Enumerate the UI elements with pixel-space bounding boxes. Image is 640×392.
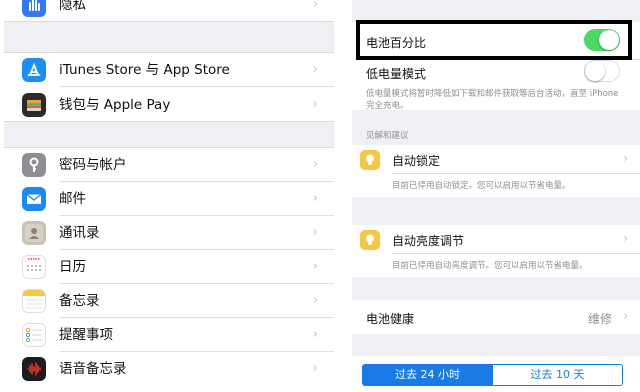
settings-row-reminders[interactable]: 提醒事项 ›	[4, 318, 334, 352]
auto-brightness-label: 自动亮度调节	[392, 234, 465, 248]
low-power-mode-toggle[interactable]	[584, 60, 620, 82]
settings-row-label: 钱包与 Apple Pay	[59, 97, 171, 113]
settings-row-label: iTunes Store 与 App Store	[59, 62, 230, 78]
settings-row-label: 密码与帐户	[59, 157, 127, 173]
segment-last-10-days[interactable]: 过去 10 天	[492, 364, 623, 386]
panel-divider	[334, 0, 352, 392]
chevron-right-icon: ›	[312, 62, 318, 77]
battery-health-value: 维修	[587, 312, 612, 326]
settings-row-privacy[interactable]: 隐私 ›	[4, 0, 334, 22]
chevron-right-icon: ›	[312, 293, 318, 308]
chevron-right-icon: ›	[623, 309, 628, 323]
chevron-right-icon: ›	[312, 327, 318, 342]
chevron-right-icon: ›	[623, 231, 628, 245]
insights-header: 见解和建议	[366, 131, 409, 141]
voice-memos-icon	[22, 357, 46, 381]
settings-row-contacts[interactable]: 通讯录 ›	[4, 216, 334, 250]
reminders-icon	[22, 323, 46, 347]
wallet-icon	[22, 93, 46, 117]
calendar-icon	[22, 255, 46, 279]
mail-icon	[22, 187, 46, 211]
settings-row-label: 提醒事项	[59, 327, 113, 343]
chevron-right-icon: ›	[312, 225, 318, 240]
settings-row-mail[interactable]: 邮件 ›	[4, 182, 334, 216]
battery-health-row[interactable]: 电池健康 维修 ›	[352, 300, 640, 334]
settings-row-app-store[interactable]: iTunes Store 与 App Store ›	[4, 53, 334, 87]
chevron-right-icon: ›	[623, 151, 628, 165]
chevron-right-icon: ›	[312, 361, 318, 376]
settings-group-apps: 密码与帐户 › 邮件 › 通讯录 › 日历 › 备忘录 › 提醒事项 › 语音备…	[4, 147, 334, 392]
lightbulb-icon	[360, 230, 380, 250]
settings-group-store: iTunes Store 与 App Store › 钱包与 Apple Pay…	[4, 52, 334, 122]
highlight-box	[356, 20, 632, 60]
chevron-right-icon: ›	[312, 259, 318, 274]
settings-row-label: 备忘录	[59, 293, 100, 309]
lightbulb-icon	[360, 150, 380, 170]
row-separator	[59, 86, 334, 87]
key-icon	[22, 153, 46, 177]
auto-lock-label: 自动锁定	[392, 154, 441, 168]
settings-row-label: 邮件	[59, 191, 86, 207]
settings-row-passwords[interactable]: 密码与帐户 ›	[4, 148, 334, 182]
battery-health-label: 电池健康	[366, 312, 415, 326]
low-power-mode-label: 低电量模式	[366, 67, 427, 81]
settings-row-voice-memos[interactable]: 语音备忘录 ›	[4, 352, 334, 386]
auto-lock-note: 目前已停用自动锁定。您可以启用以节省电量。	[392, 181, 571, 191]
row-separator	[392, 173, 640, 174]
settings-row-label: 语音备忘录	[59, 361, 127, 377]
auto-brightness-card[interactable]: 自动亮度调节 › 目前已停用自动亮度调节。您可以启用以节省电量。	[352, 225, 640, 277]
low-power-mode-note: 低电量模式将暂时降低如下载和邮件获取等后台活动，直至 iPhone 完全充电。	[366, 89, 619, 111]
chevron-right-icon: ›	[312, 97, 318, 112]
settings-row-calendar[interactable]: 日历 ›	[4, 250, 334, 284]
segment-last-24-hours[interactable]: 过去 24 小时	[362, 364, 493, 386]
row-separator	[392, 253, 640, 254]
settings-row-label: 隐私	[59, 0, 86, 13]
chevron-right-icon: ›	[312, 0, 318, 12]
settings-row-wallet[interactable]: 钱包与 Apple Pay ›	[4, 88, 334, 122]
auto-brightness-note: 目前已停用自动亮度调节。您可以启用以节省电量。	[392, 261, 588, 271]
contacts-icon	[22, 221, 46, 245]
battery-settings-panel: 电池百分比 低电量模式 低电量模式将暂时降低如下载和邮件获取等后台活动，直至 i…	[352, 0, 640, 392]
settings-group-privacy: 隐私 ›	[4, 0, 334, 22]
app-store-icon	[22, 58, 46, 82]
settings-row-notes[interactable]: 备忘录 ›	[4, 284, 334, 318]
hand-icon	[22, 0, 46, 17]
auto-lock-card[interactable]: 自动锁定 › 目前已停用自动锁定。您可以启用以节省电量。	[352, 145, 640, 197]
settings-row-label: 日历	[59, 259, 86, 275]
notes-icon	[22, 289, 46, 313]
toggle-knob	[585, 61, 605, 81]
chevron-right-icon: ›	[312, 157, 318, 172]
settings-row-label: 通讯录	[59, 225, 100, 241]
chevron-right-icon: ›	[312, 191, 318, 206]
settings-list-panel: 隐私 › iTunes Store 与 App Store › 钱包与 Appl…	[4, 0, 334, 392]
